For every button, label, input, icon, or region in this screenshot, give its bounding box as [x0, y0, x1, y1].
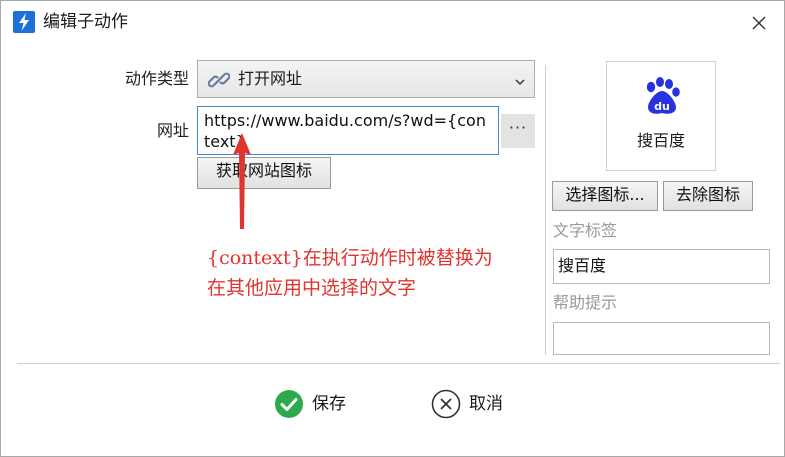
text-tag-input[interactable]: 搜百度 [553, 249, 770, 284]
title-bar: 编辑子动作 [1, 1, 784, 45]
window-title: 编辑子动作 [43, 12, 128, 32]
remove-icon-button[interactable]: 去除图标 [663, 181, 753, 211]
annotation-line-1: {context}在执行动作时被替换为 [207, 247, 493, 269]
help-tip-input[interactable] [553, 322, 770, 355]
x-circle-icon [431, 389, 461, 419]
baidu-paw-icon: du [646, 77, 680, 114]
check-circle-icon [275, 390, 303, 418]
link-icon [207, 69, 231, 91]
more-options-button[interactable]: ··· [501, 114, 535, 148]
choose-icon-button[interactable]: 选择图标... [552, 181, 658, 211]
save-button[interactable]: 保存 [274, 387, 364, 421]
cancel-button[interactable]: 取消 [431, 387, 521, 421]
action-type-select[interactable]: 打开网址 [197, 60, 535, 98]
svg-text:du: du [654, 100, 670, 113]
text-tag-label: 文字标签 [553, 221, 618, 240]
icon-preview: du 搜百度 [606, 61, 716, 171]
url-label: 网址 [156, 121, 189, 140]
vertical-divider [545, 65, 546, 355]
action-type-value: 打开网址 [238, 69, 303, 88]
annotation-arrow [233, 133, 251, 229]
horizontal-divider [17, 363, 780, 364]
dialog-window: 编辑子动作 动作类型 打开网址 网址 https://www.baidu.com… [0, 0, 785, 457]
lightning-bolt-icon [13, 11, 35, 33]
annotation-note: {context}在执行动作时被替换为 在其他应用中选择的文字 [207, 243, 557, 303]
close-icon[interactable] [746, 10, 772, 36]
help-tip-label: 帮助提示 [553, 293, 618, 312]
action-type-label: 动作类型 [124, 69, 189, 88]
fetch-favicon-button[interactable]: 获取网站图标 [197, 157, 331, 189]
save-label: 保存 [312, 394, 346, 414]
preview-label: 搜百度 [636, 131, 685, 150]
chevron-down-icon [514, 73, 526, 86]
annotation-line-2: 在其他应用中选择的文字 [207, 277, 417, 299]
cancel-label: 取消 [469, 394, 503, 414]
